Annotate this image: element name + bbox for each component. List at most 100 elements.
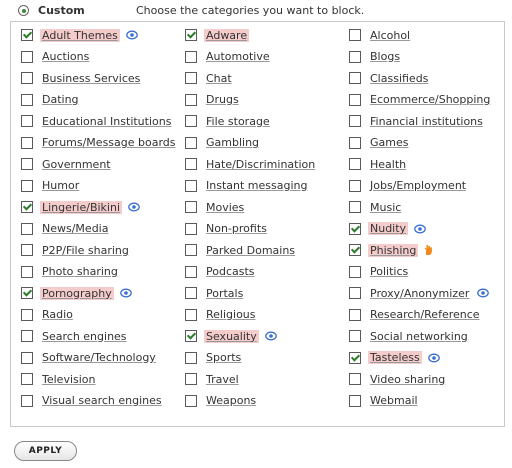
category-label[interactable]: Travel [204, 373, 241, 386]
category-portals[interactable]: Portals [185, 284, 245, 302]
category-checkbox[interactable] [185, 50, 197, 63]
category-checkbox[interactable] [185, 265, 197, 278]
category-label[interactable]: Pornography [40, 286, 114, 300]
category-checkbox[interactable] [21, 179, 33, 192]
category-jobs-employment[interactable]: Jobs/Employment [349, 177, 468, 195]
category-religious[interactable]: Religious [185, 306, 258, 324]
category-instant-messaging[interactable]: Instant messaging [185, 177, 309, 195]
info-icon[interactable] [125, 30, 138, 40]
category-checkbox[interactable] [349, 179, 361, 192]
category-forums-message-boards[interactable]: Forums/Message boards [21, 134, 178, 152]
category-financial-institutions[interactable]: Financial institutions [349, 112, 485, 130]
category-label[interactable]: Movies [204, 201, 246, 214]
info-icon[interactable] [414, 224, 426, 234]
category-label[interactable]: Alcohol [368, 29, 412, 42]
category-checkbox[interactable] [349, 244, 361, 256]
category-sexuality[interactable]: Sexuality [185, 327, 277, 345]
category-label[interactable]: Search engines [40, 330, 129, 343]
category-health[interactable]: Health [349, 155, 408, 173]
category-drugs[interactable]: Drugs [185, 91, 241, 109]
category-checkbox[interactable] [185, 136, 197, 149]
category-label[interactable]: Tasteless [368, 351, 422, 364]
category-blogs[interactable]: Blogs [349, 48, 402, 66]
category-checkbox[interactable] [349, 136, 361, 149]
category-music[interactable]: Music [349, 198, 403, 216]
category-alcohol[interactable]: Alcohol [349, 26, 412, 44]
category-checkbox[interactable] [21, 373, 33, 385]
category-auctions[interactable]: Auctions [21, 48, 91, 66]
category-label[interactable]: Nudity [368, 222, 409, 235]
category-label[interactable]: Photo sharing [40, 265, 120, 278]
category-label[interactable]: Social networking [368, 330, 470, 343]
category-label[interactable]: Auctions [40, 50, 91, 63]
category-educational-institutions[interactable]: Educational Institutions [21, 112, 173, 130]
category-label[interactable]: Sexuality [204, 329, 259, 343]
category-checkbox[interactable] [185, 158, 197, 170]
category-government[interactable]: Government [21, 155, 113, 173]
category-label[interactable]: News/Media [40, 222, 110, 235]
category-checkbox[interactable] [21, 136, 33, 149]
category-label[interactable]: Proxy/Anonymizer [368, 287, 471, 300]
category-news-media[interactable]: News/Media [21, 220, 110, 238]
category-label[interactable]: Politics [368, 265, 410, 278]
category-ecommerce-shopping[interactable]: Ecommerce/Shopping [349, 91, 492, 109]
category-sports[interactable]: Sports [185, 349, 243, 367]
category-label[interactable]: Weapons [204, 394, 258, 407]
category-gambling[interactable]: Gambling [185, 134, 261, 152]
category-checkbox[interactable] [185, 222, 197, 235]
category-checkbox[interactable] [185, 179, 197, 192]
category-checkbox[interactable] [349, 201, 361, 213]
category-checkbox[interactable] [21, 158, 33, 170]
category-visual-search-engines[interactable]: Visual search engines [21, 392, 164, 410]
category-file-storage[interactable]: File storage [185, 112, 272, 130]
category-label[interactable]: Automotive [204, 50, 272, 63]
category-checkbox[interactable] [21, 265, 33, 278]
apply-button[interactable]: APPLY [14, 441, 77, 461]
category-label[interactable]: Blogs [368, 50, 402, 63]
category-label[interactable]: Ecommerce/Shopping [368, 93, 492, 106]
category-label[interactable]: Hate/Discrimination [204, 158, 317, 171]
category-automotive[interactable]: Automotive [185, 48, 272, 66]
category-proxy-anonymizer[interactable]: Proxy/Anonymizer [349, 284, 490, 302]
category-checkbox[interactable] [185, 308, 197, 321]
category-checkbox[interactable] [185, 373, 197, 385]
category-label[interactable]: Dating [40, 93, 81, 106]
info-icon[interactable] [128, 202, 140, 212]
category-checkbox[interactable] [349, 265, 361, 278]
category-lingerie-bikini[interactable]: Lingerie/Bikini [21, 198, 140, 216]
category-politics[interactable]: Politics [349, 263, 410, 281]
category-label[interactable]: Webmail [368, 394, 420, 407]
category-label[interactable]: Software/Technology [40, 351, 158, 364]
category-label[interactable]: Radio [40, 308, 75, 321]
category-checkbox[interactable] [349, 115, 361, 127]
category-video-sharing[interactable]: Video sharing [349, 370, 447, 388]
category-label[interactable]: Parked Domains [204, 244, 297, 257]
category-checkbox[interactable] [21, 287, 33, 299]
category-television[interactable]: Television [21, 370, 98, 388]
category-phishing[interactable]: Phishing [349, 241, 433, 259]
category-label[interactable]: Classifieds [368, 72, 430, 85]
category-humor[interactable]: Humor [21, 177, 81, 195]
category-checkbox[interactable] [21, 72, 33, 84]
category-research-reference[interactable]: Research/Reference [349, 306, 482, 324]
category-checkbox[interactable] [185, 93, 197, 106]
category-label[interactable]: Lingerie/Bikini [40, 200, 123, 214]
category-software-technology[interactable]: Software/Technology [21, 349, 158, 367]
category-business-services[interactable]: Business Services [21, 69, 142, 87]
category-photo-sharing[interactable]: Photo sharing [21, 263, 120, 281]
category-checkbox[interactable] [185, 394, 197, 407]
category-label[interactable]: Games [368, 136, 410, 149]
category-checkbox[interactable] [185, 330, 197, 342]
category-label[interactable]: Podcasts [204, 265, 257, 278]
category-label[interactable]: Health [368, 158, 408, 171]
category-tasteless[interactable]: Tasteless [349, 349, 440, 367]
category-label[interactable]: Music [368, 201, 403, 214]
category-nudity[interactable]: Nudity [349, 220, 426, 238]
category-label[interactable]: Television [40, 373, 98, 386]
category-checkbox[interactable] [21, 115, 33, 127]
category-checkbox[interactable] [185, 244, 197, 256]
category-checkbox[interactable] [21, 330, 33, 342]
category-label[interactable]: Forums/Message boards [40, 136, 178, 149]
category-checkbox[interactable] [349, 373, 361, 385]
category-checkbox[interactable] [21, 244, 33, 256]
